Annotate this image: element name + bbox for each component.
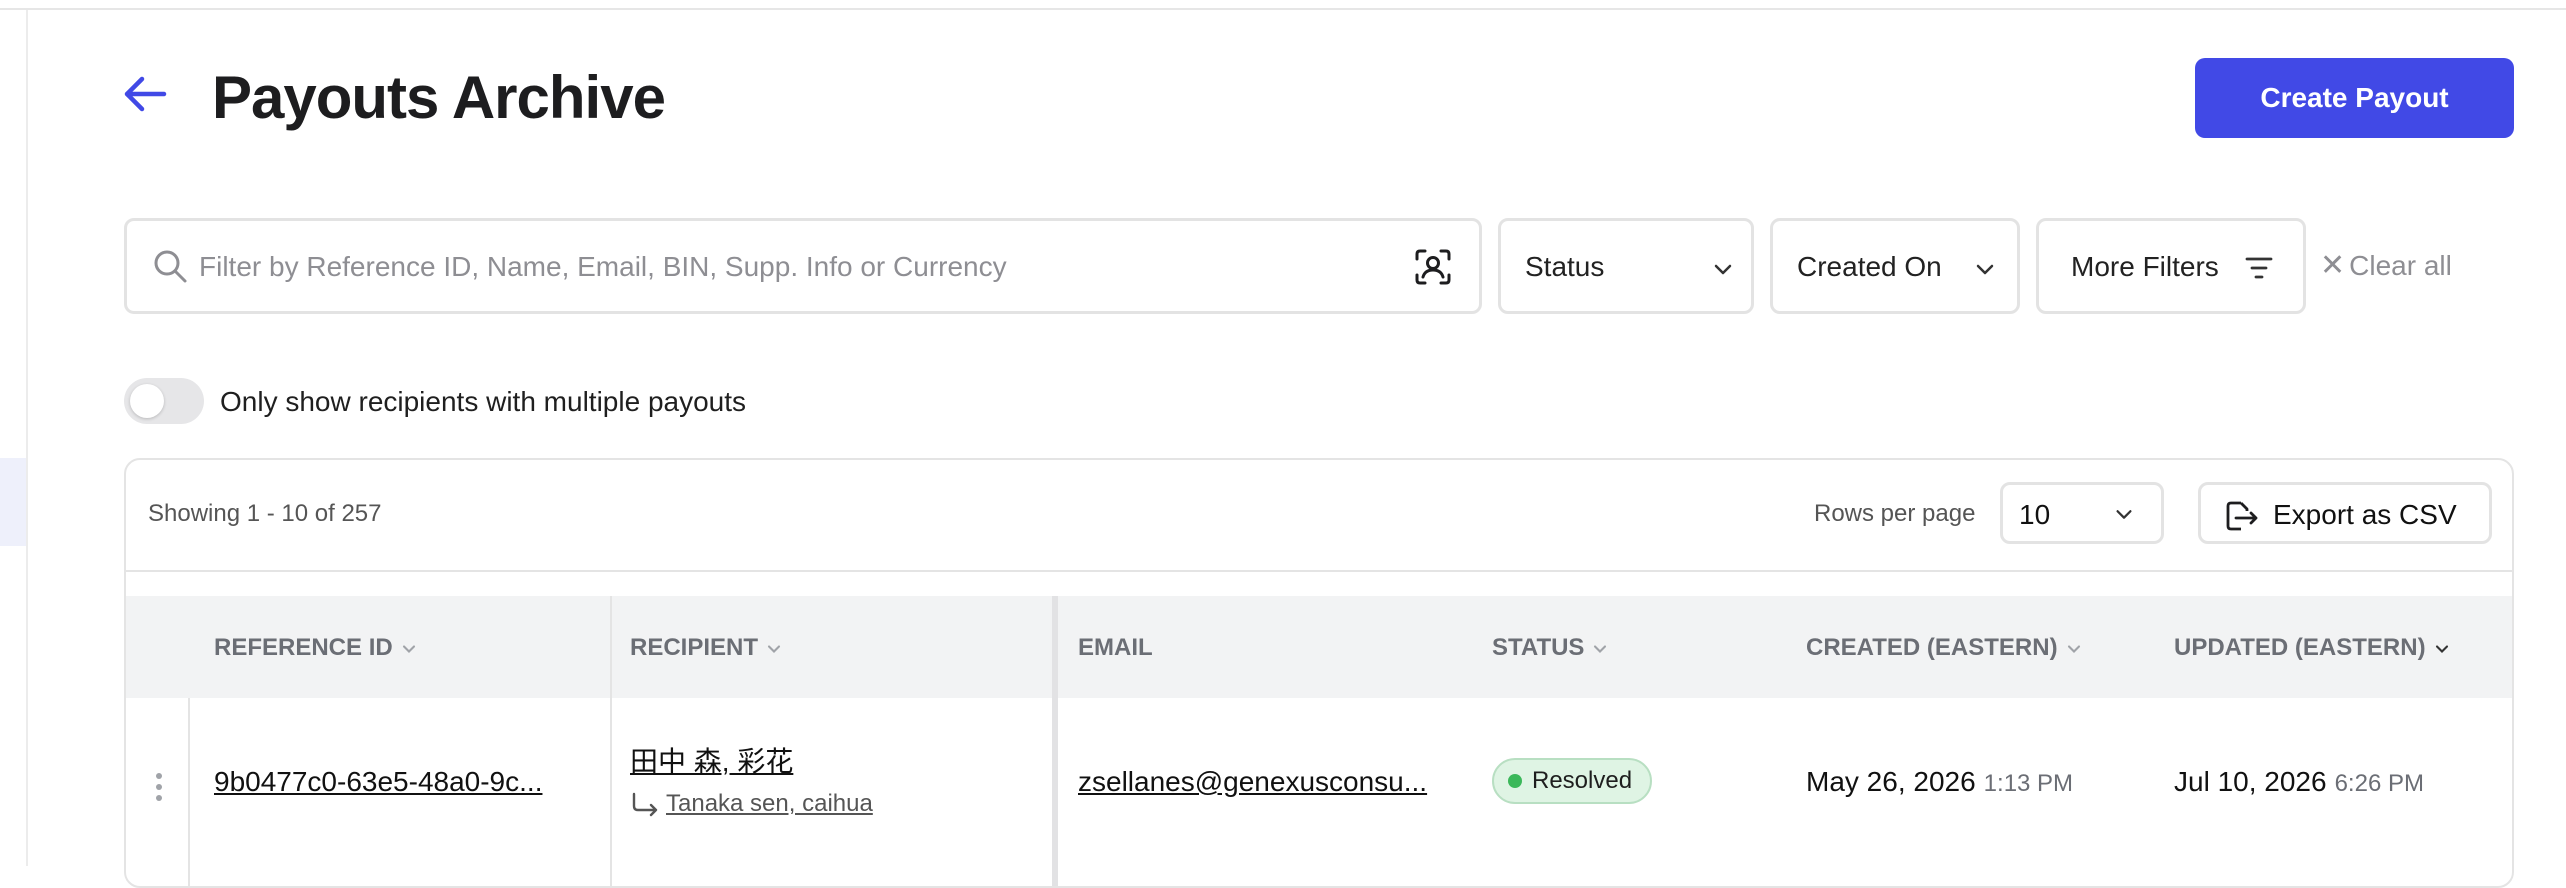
create-payout-button[interactable]: Create Payout — [2195, 58, 2514, 138]
status-dot — [1508, 774, 1522, 788]
card-divider — [126, 570, 2512, 572]
column-header-recipient[interactable]: RECIPIENT — [630, 634, 784, 662]
search-field[interactable] — [124, 218, 1482, 314]
created-on-filter-dropdown[interactable]: Created On — [1770, 218, 2020, 314]
multiple-payouts-toggle[interactable] — [124, 378, 204, 424]
page-title: Payouts Archive — [212, 64, 666, 131]
back-button[interactable] — [118, 66, 174, 122]
created-datetime: May 26, 2026 1:13 PM — [1806, 766, 2073, 798]
created-time: 1:13 PM — [1983, 770, 2074, 797]
top-divider — [0, 8, 2566, 10]
recipient-alias: Tanaka sen, caihua — [630, 790, 873, 818]
clear-all-button[interactable]: ✕ Clear all — [2320, 248, 2452, 283]
chevron-down-icon — [2435, 645, 2448, 653]
more-filters-label: More Filters — [2071, 251, 2219, 282]
chevron-down-icon — [2116, 510, 2132, 519]
column-header-updated[interactable]: UPDATED (EASTERN) — [2174, 634, 2452, 662]
status-badge: Resolved — [1492, 758, 1653, 804]
chevron-down-icon — [1714, 264, 1732, 275]
drag-handle-icon[interactable] — [154, 772, 164, 802]
export-icon — [2226, 501, 2258, 531]
column-header-reference-id[interactable]: REFERENCE ID — [214, 634, 419, 662]
sidebar-edge — [26, 10, 28, 866]
rows-per-page-label: Rows per page — [1814, 500, 1976, 527]
filter-lines-icon — [2245, 257, 2273, 279]
rows-per-page-value: 10 — [2019, 499, 2051, 530]
face-scan-icon[interactable] — [1413, 247, 1453, 292]
clear-all-label: Clear all — [2349, 250, 2452, 281]
payouts-table-card: Showing 1 - 10 of 257 Rows per page 10 E… — [124, 458, 2514, 888]
column-header-email: EMAIL — [1078, 634, 1153, 661]
rows-per-page-select[interactable]: 10 — [2000, 482, 2164, 544]
recipient-name-link[interactable]: 田中 森, 彩花 — [630, 740, 793, 780]
created-date: May 26, 2026 — [1806, 766, 1976, 797]
column-divider — [610, 698, 612, 886]
pagination-summary: Showing 1 - 10 of 257 — [148, 500, 382, 527]
export-csv-button[interactable]: Export as CSV — [2198, 482, 2492, 544]
toggle-knob — [130, 384, 164, 418]
search-icon — [151, 247, 189, 290]
column-divider — [188, 698, 190, 886]
sticky-column-divider — [1052, 596, 1058, 886]
status-filter-dropdown[interactable]: Status — [1498, 218, 1754, 314]
sidebar-active-indicator — [0, 458, 26, 546]
status-label: Resolved — [1532, 767, 1633, 794]
updated-datetime: Jul 10, 2026 6:26 PM — [2174, 766, 2424, 798]
column-header-status[interactable]: STATUS — [1492, 634, 1610, 662]
status-filter-label: Status — [1525, 251, 1605, 282]
sub-item-arrow-icon — [632, 792, 658, 816]
chevron-down-icon — [1976, 264, 1994, 275]
chevron-down-icon — [767, 645, 781, 653]
updated-date: Jul 10, 2026 — [2174, 766, 2327, 797]
multiple-payouts-toggle-label: Only show recipients with multiple payou… — [220, 386, 747, 417]
updated-time: 6:26 PM — [2334, 770, 2424, 797]
created-on-filter-label: Created On — [1797, 251, 1942, 282]
close-icon: ✕ — [2320, 249, 2346, 282]
chevron-down-icon — [1594, 645, 1607, 653]
column-divider — [610, 596, 612, 698]
back-arrow-icon — [124, 76, 167, 112]
recipient-alias-link[interactable]: Tanaka sen, caihua — [666, 790, 873, 817]
chevron-down-icon — [402, 645, 415, 653]
more-filters-button[interactable]: More Filters — [2036, 218, 2306, 314]
chevron-down-icon — [2067, 645, 2080, 653]
export-csv-label: Export as CSV — [2273, 499, 2457, 530]
reference-id-link[interactable]: 9b0477c0-63e5-48a0-9c... — [214, 766, 542, 798]
table-header: REFERENCE ID RECIPIENT EMAIL STATUS CREA… — [126, 596, 2512, 698]
search-input[interactable] — [197, 239, 1381, 295]
email-link[interactable]: zsellanes@genexusconsu... — [1078, 766, 1427, 798]
column-header-created[interactable]: CREATED (EASTERN) — [1806, 634, 2084, 662]
